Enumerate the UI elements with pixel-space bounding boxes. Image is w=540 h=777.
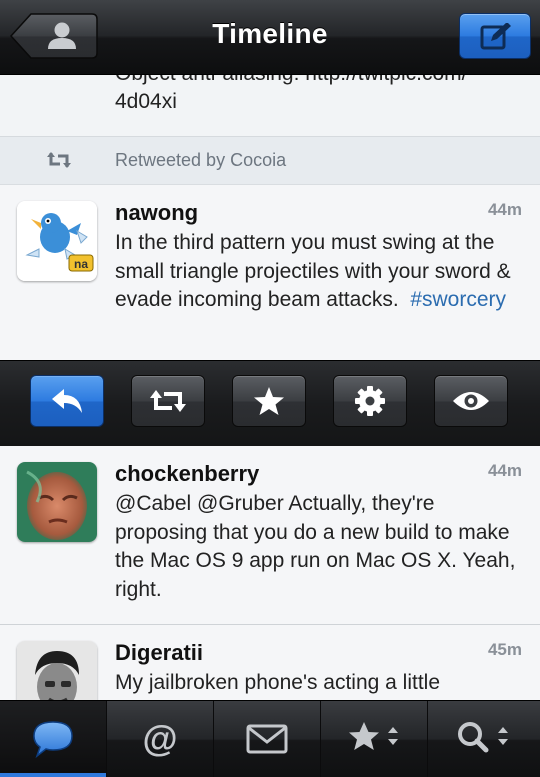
navigation-bar: Timeline <box>0 0 540 75</box>
retweet-icon <box>47 152 71 168</box>
tweet-username[interactable]: chockenberry <box>115 461 259 487</box>
tweet-username[interactable]: nawong <box>115 200 198 226</box>
tweet-time: 45m <box>487 640 522 659</box>
tweet-text: My jailbroken phone's acting a little <box>115 671 441 694</box>
hashtag-link[interactable]: #sworcery <box>410 288 506 311</box>
tweet-partial[interactable]: Object anti-aliasing: http://twitpic.com… <box>0 74 540 136</box>
avatar-badge-text: na <box>74 257 88 271</box>
favorite-button[interactable] <box>232 375 306 427</box>
search-magnifier-icon <box>458 722 508 753</box>
tab-timeline[interactable] <box>0 701 107 777</box>
retweet-icon <box>150 390 186 412</box>
mentions-at-icon: @ <box>142 719 177 759</box>
selected-tab-indicator <box>0 773 106 777</box>
avatar[interactable] <box>17 641 97 700</box>
retweet-button[interactable] <box>131 375 205 427</box>
compose-button[interactable] <box>459 13 531 59</box>
retweet-info-row: Retweeted by Cocoia <box>0 136 540 185</box>
tweet-time: 44m <box>487 200 522 219</box>
tweet-row[interactable]: na nawong 44m In the third pattern you m… <box>0 184 540 362</box>
tab-bar: @ <box>0 700 540 777</box>
reply-button[interactable] <box>30 375 104 427</box>
compose-icon <box>480 23 511 50</box>
avatar[interactable]: na <box>17 201 97 281</box>
eye-icon <box>453 392 489 410</box>
tweet-username[interactable]: Digeratii <box>115 640 203 666</box>
timeline-bubble-icon <box>33 721 73 759</box>
tweet-text-line: Object anti-aliasing: http://twitpic.com… <box>115 74 467 86</box>
tab-mentions[interactable]: @ <box>107 701 214 777</box>
tweet-time: 44m <box>487 461 522 480</box>
tweet-action-bar <box>0 360 540 448</box>
favorites-star-icon <box>349 722 398 750</box>
star-icon <box>254 387 284 415</box>
tweet-row[interactable]: Digeratii 45m My jailbroken phone's acti… <box>0 625 540 700</box>
tab-favorites[interactable] <box>321 701 428 777</box>
tab-messages[interactable] <box>214 701 321 777</box>
settings-button[interactable] <box>333 375 407 427</box>
tab-search[interactable] <box>428 701 540 777</box>
timeline-list[interactable]: Object anti-aliasing: http://twitpic.com… <box>0 74 540 700</box>
tweet-text: @Cabel @Gruber Actually, they're proposi… <box>115 492 516 601</box>
gear-icon <box>355 386 385 416</box>
retweeted-by-label: Retweeted by Cocoia <box>115 150 287 170</box>
tweet-text-line: 4d04xi <box>115 90 177 113</box>
view-button[interactable] <box>434 375 508 427</box>
reply-icon <box>52 389 82 413</box>
tweet-row[interactable]: chockenberry 44m @Cabel @Gruber Actually… <box>0 446 540 625</box>
tweet-text: In the third pattern you must swing at t… <box>115 229 525 315</box>
avatar[interactable] <box>17 462 97 542</box>
messages-envelope-icon <box>246 724 288 754</box>
svg-text:@: @ <box>142 719 177 759</box>
